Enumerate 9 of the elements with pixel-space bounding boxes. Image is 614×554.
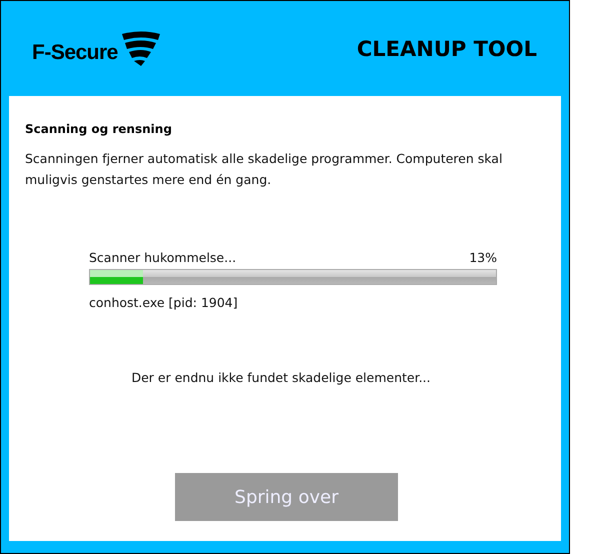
- brand-logo-text: F-Secure: [32, 40, 118, 64]
- section-heading: Scanning og rensning: [25, 122, 173, 136]
- shield-logo-icon: [120, 30, 162, 66]
- progress-percent: 13%: [469, 250, 497, 265]
- current-file: conhost.exe [pid: 1904]: [89, 295, 238, 310]
- progress-label: Scanner hukommelse...: [89, 250, 236, 265]
- status-message: Der er endnu ikke fundet skadelige elementer...: [131, 370, 431, 385]
- app-title: CLEANUP TOOL: [356, 36, 537, 60]
- section-description: Scanningen fjerner automatisk alle skadelige programmer. Computeren skal muligvis genstartes mere end én gang.: [25, 150, 504, 189]
